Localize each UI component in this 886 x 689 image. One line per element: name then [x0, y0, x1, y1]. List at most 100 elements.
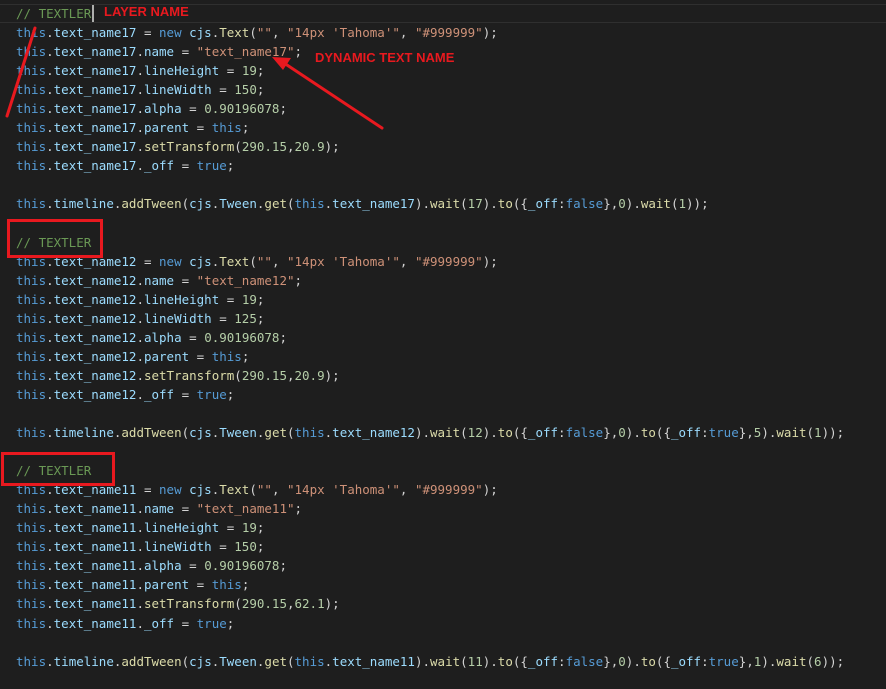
code-token-var: cjs: [189, 196, 212, 212]
code-token-plain: ;: [256, 539, 265, 555]
code-line[interactable]: this.text_name17 = new cjs.Text("", "14p…: [16, 23, 844, 42]
code-line[interactable]: this.text_name11.lineWidth = 150;: [16, 537, 844, 556]
code-token-plain: .: [136, 272, 144, 288]
code-line[interactable]: this.text_name17.setTransform(290.15,20.…: [16, 137, 844, 156]
code-line[interactable]: this.text_name11.alpha = 0.90196078;: [16, 556, 844, 575]
code-token-var: _off: [143, 615, 175, 631]
code-line[interactable]: this.text_name12.setTransform(290.15,20.…: [16, 366, 844, 385]
code-line[interactable]: this.text_name11 = new cjs.Text("", "14p…: [16, 480, 844, 499]
code-token-plain: ,: [286, 596, 295, 612]
code-token-plain: ).: [761, 425, 777, 441]
code-token-var: cjs: [189, 653, 212, 669]
code-token-kw: false: [565, 196, 604, 212]
code-line[interactable]: // TEXTLER: [16, 233, 844, 252]
code-token-plain: (: [287, 425, 295, 441]
code-line[interactable]: this.text_name12._off = true;: [16, 385, 844, 404]
code-token-plain: .: [46, 425, 54, 441]
code-line[interactable]: this.text_name12.name = "text_name12";: [16, 271, 844, 290]
code-token-fn: addTween: [121, 425, 182, 441]
code-token-var: text_name17: [53, 44, 137, 60]
code-token-kw: true: [196, 158, 227, 174]
code-line[interactable]: this.timeline.addTween(cjs.Tween.get(thi…: [16, 423, 844, 442]
code-token-plain: ).: [414, 425, 431, 441]
code-token-str: "14px 'Tahoma'": [287, 25, 400, 41]
code-token-str: "text_name11": [196, 501, 295, 517]
code-token-plain: ));: [821, 653, 845, 669]
code-token-plain: ;: [241, 577, 250, 593]
code-token-plain: },: [603, 196, 619, 212]
code-token-num: 0.90196078: [204, 329, 280, 345]
code-token-var: _off: [670, 653, 702, 669]
code-line[interactable]: this.text_name11.parent = this;: [16, 575, 844, 594]
code-token-plain: .: [46, 310, 54, 326]
code-token-num: 11: [467, 653, 483, 669]
code-line[interactable]: // TEXTLER: [16, 461, 844, 480]
code-line[interactable]: this.text_name11.setTransform(290.15,62.…: [16, 594, 844, 613]
code-line[interactable]: this.text_name11.name = "text_name11";: [16, 499, 844, 518]
code-line[interactable]: this.text_name11.lineHeight = 19;: [16, 518, 844, 537]
code-token-plain: );: [324, 367, 340, 383]
code-token-var: cjs: [189, 253, 212, 269]
code-token-kw: false: [565, 653, 604, 669]
code-line[interactable]: this.text_name17.lineWidth = 150;: [16, 80, 844, 99]
code-token-var: _off: [527, 425, 559, 441]
code-token-plain: },: [603, 653, 619, 669]
highlight-box-textler-3: [1, 452, 115, 486]
blank-line[interactable]: [16, 404, 844, 423]
code-token-fn: to: [497, 653, 513, 669]
code-token-plain: .: [136, 501, 144, 517]
code-token-plain: .: [46, 120, 54, 136]
blank-line[interactable]: [16, 214, 844, 233]
code-line[interactable]: this.text_name12.parent = this;: [16, 347, 844, 366]
code-token-fn: get: [264, 653, 287, 669]
code-line[interactable]: this.text_name12 = new cjs.Text("", "14p…: [16, 252, 844, 271]
code-token-plain: .: [136, 291, 144, 307]
code-line[interactable]: this.text_name12.lineHeight = 19;: [16, 290, 844, 309]
code-token-plain: .: [136, 310, 144, 326]
code-token-var: parent: [143, 577, 190, 593]
code-token-fn: get: [264, 196, 287, 212]
code-token-fn: addTween: [121, 196, 182, 212]
code-token-num: 0: [618, 196, 626, 212]
code-line[interactable]: this.text_name17.alpha = 0.90196078;: [16, 99, 844, 118]
code-line[interactable]: this.text_name17.parent = this;: [16, 118, 844, 137]
code-token-plain: ).: [414, 653, 431, 669]
code-line[interactable]: this.text_name11._off = true;: [16, 614, 844, 633]
code-line[interactable]: this.text_name12.alpha = 0.90196078;: [16, 328, 844, 347]
code-token-var: _off: [143, 386, 175, 402]
code-token-plain: =: [189, 577, 212, 593]
code-token-var: text_name12: [332, 425, 415, 441]
code-token-plain: (: [806, 425, 815, 441]
blank-line[interactable]: [16, 442, 844, 461]
code-token-kw: this: [16, 615, 47, 631]
code-token-plain: .: [46, 367, 54, 383]
code-line[interactable]: this.timeline.addTween(cjs.Tween.get(thi…: [16, 194, 844, 213]
code-line[interactable]: this.text_name17._off = true;: [16, 156, 844, 175]
blank-line[interactable]: [16, 175, 844, 194]
code-token-fn: wait: [776, 653, 807, 669]
code-area[interactable]: // TEXTLER this.text_name17 = new cjs.Tex…: [16, 4, 844, 671]
code-token-num: 290.15: [241, 139, 287, 155]
code-token-plain: ;: [279, 329, 287, 345]
code-token-num: 17: [467, 196, 483, 212]
annotation-dynamic-text-name: DYNAMIC TEXT NAME: [315, 50, 455, 65]
code-token-plain: .: [136, 577, 144, 593]
code-token-plain: ).: [625, 196, 641, 212]
code-editor[interactable]: // TEXTLER this.text_name17 = new cjs.Tex…: [0, 0, 886, 689]
code-token-kw: this: [294, 425, 325, 441]
code-token-fn: to: [497, 425, 513, 441]
code-token-plain: ,: [271, 25, 287, 41]
code-token-kw: this: [16, 158, 47, 174]
code-token-plain: ;: [241, 120, 250, 136]
code-line[interactable]: this.text_name12.lineWidth = 125;: [16, 309, 844, 328]
highlight-box-textler-2: [7, 219, 103, 258]
blank-line[interactable]: [16, 633, 844, 652]
code-token-plain: ,: [271, 482, 287, 498]
code-token-num: 150: [234, 539, 257, 555]
code-token-plain: .: [136, 367, 144, 383]
code-token-plain: (: [670, 196, 679, 212]
code-token-var: text_name17: [53, 25, 137, 41]
code-line[interactable]: this.timeline.addTween(cjs.Tween.get(thi…: [16, 652, 844, 671]
